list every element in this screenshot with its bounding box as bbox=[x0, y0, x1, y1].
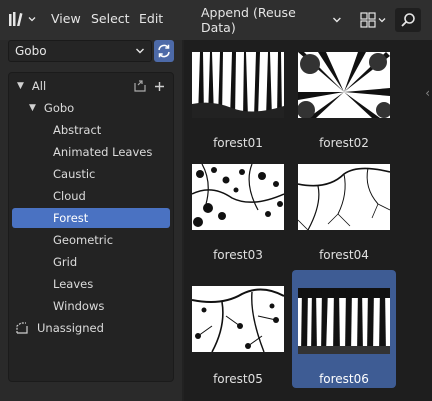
catalog-item-caustic[interactable]: Caustic bbox=[53, 164, 173, 184]
catalog-item-label: Geometric bbox=[53, 233, 114, 247]
grid-view-icon bbox=[360, 12, 376, 28]
asset-thumbnail bbox=[192, 164, 284, 230]
asset-thumbnail bbox=[298, 288, 390, 354]
asset-name: forest05 bbox=[213, 372, 263, 386]
catalog-item-gobo[interactable]: ▼ Gobo bbox=[29, 98, 149, 118]
expand-triangle-icon: ▼ bbox=[29, 103, 36, 113]
menu-view[interactable]: View bbox=[51, 11, 81, 26]
catalog-item-label: Grid bbox=[53, 255, 78, 269]
asset-name: forest04 bbox=[319, 248, 369, 262]
catalog-item-animated-leaves[interactable]: Animated Leaves bbox=[53, 142, 173, 162]
catalog-item-label: Windows bbox=[53, 299, 105, 313]
asset-tile-forest06[interactable]: forest06 bbox=[292, 270, 396, 388]
catalog-item-label: Leaves bbox=[53, 277, 94, 291]
catalog-item-grid[interactable]: Grid bbox=[53, 252, 173, 272]
catalog-item-geometric[interactable]: Geometric bbox=[53, 230, 173, 250]
asset-thumbnail bbox=[298, 164, 390, 230]
unassigned-icon bbox=[16, 322, 28, 334]
catalog-item-unassigned[interactable]: Unassigned bbox=[15, 318, 165, 338]
refresh-icon bbox=[158, 44, 170, 58]
editor-type-button[interactable] bbox=[8, 9, 38, 29]
import-method-label: Append (Reuse Data) bbox=[201, 5, 296, 35]
asset-tile-forest03[interactable]: forest03 bbox=[186, 158, 290, 276]
asset-tile-forest01[interactable]: forest01 bbox=[186, 46, 290, 164]
import-method-dropdown[interactable]: Append (Reuse Data) bbox=[195, 5, 342, 35]
chevron-down-icon bbox=[333, 17, 342, 23]
asset-tile-forest02[interactable]: forest02 bbox=[292, 46, 396, 164]
catalog-item-label: Gobo bbox=[43, 101, 75, 115]
chevron-down-icon bbox=[136, 48, 144, 54]
asset-thumbnail bbox=[192, 52, 284, 118]
asset-library-dropdown[interactable]: Gobo bbox=[8, 40, 152, 62]
asset-thumbnail bbox=[298, 52, 390, 118]
catalog-item-all[interactable]: ▼ All bbox=[17, 76, 137, 96]
catalog-item-label: Cloud bbox=[53, 189, 86, 203]
catalog-actions bbox=[133, 79, 165, 93]
asset-name: forest01 bbox=[213, 136, 263, 150]
asset-name: forest03 bbox=[213, 248, 263, 262]
catalog-item-label: Unassigned bbox=[37, 321, 104, 335]
asset-tile-forest05[interactable]: forest05 bbox=[186, 280, 290, 398]
search-button[interactable] bbox=[395, 8, 421, 32]
catalog-item-label: Animated Leaves bbox=[53, 145, 153, 159]
catalog-item-label: Forest bbox=[53, 211, 89, 225]
left-sidebar: Gobo ▼ All ▼ Gobo Abstract Animated Leav… bbox=[0, 40, 182, 401]
asset-name: forest06 bbox=[319, 372, 369, 386]
new-catalog-icon[interactable] bbox=[133, 79, 148, 93]
asset-browser-header: View Select Edit Append (Reuse Data) bbox=[0, 0, 432, 41]
asset-grid: ‹ forest01 forest02 forest03 forest04 fo… bbox=[184, 40, 432, 401]
display-mode-button[interactable] bbox=[360, 9, 388, 31]
catalog-item-forest[interactable]: Forest bbox=[12, 208, 170, 228]
menu-select[interactable]: Select bbox=[91, 11, 130, 26]
chevron-down-icon bbox=[378, 18, 386, 23]
asset-thumbnail bbox=[192, 286, 284, 352]
expand-triangle-icon: ▼ bbox=[17, 81, 24, 91]
chevron-down-icon bbox=[28, 17, 36, 22]
catalog-tree: ▼ All ▼ Gobo Abstract Animated Leaves Ca… bbox=[8, 72, 174, 382]
search-icon bbox=[401, 13, 415, 27]
catalog-item-label: All bbox=[31, 79, 47, 93]
catalog-item-label: Caustic bbox=[53, 167, 96, 181]
chevron-left-icon[interactable]: ‹ bbox=[425, 86, 430, 100]
catalog-item-cloud[interactable]: Cloud bbox=[53, 186, 173, 206]
catalog-item-windows[interactable]: Windows bbox=[53, 296, 173, 316]
asset-name: forest02 bbox=[319, 136, 369, 150]
add-catalog-icon[interactable] bbox=[154, 81, 165, 92]
asset-library-label: Gobo bbox=[15, 44, 47, 58]
asset-browser-icon bbox=[9, 12, 23, 26]
asset-tile-forest04[interactable]: forest04 bbox=[292, 158, 396, 276]
catalog-item-label: Abstract bbox=[53, 123, 102, 137]
menu-edit[interactable]: Edit bbox=[139, 11, 163, 26]
refresh-library-button[interactable] bbox=[154, 40, 174, 62]
catalog-item-leaves[interactable]: Leaves bbox=[53, 274, 173, 294]
catalog-item-abstract[interactable]: Abstract bbox=[53, 120, 173, 140]
